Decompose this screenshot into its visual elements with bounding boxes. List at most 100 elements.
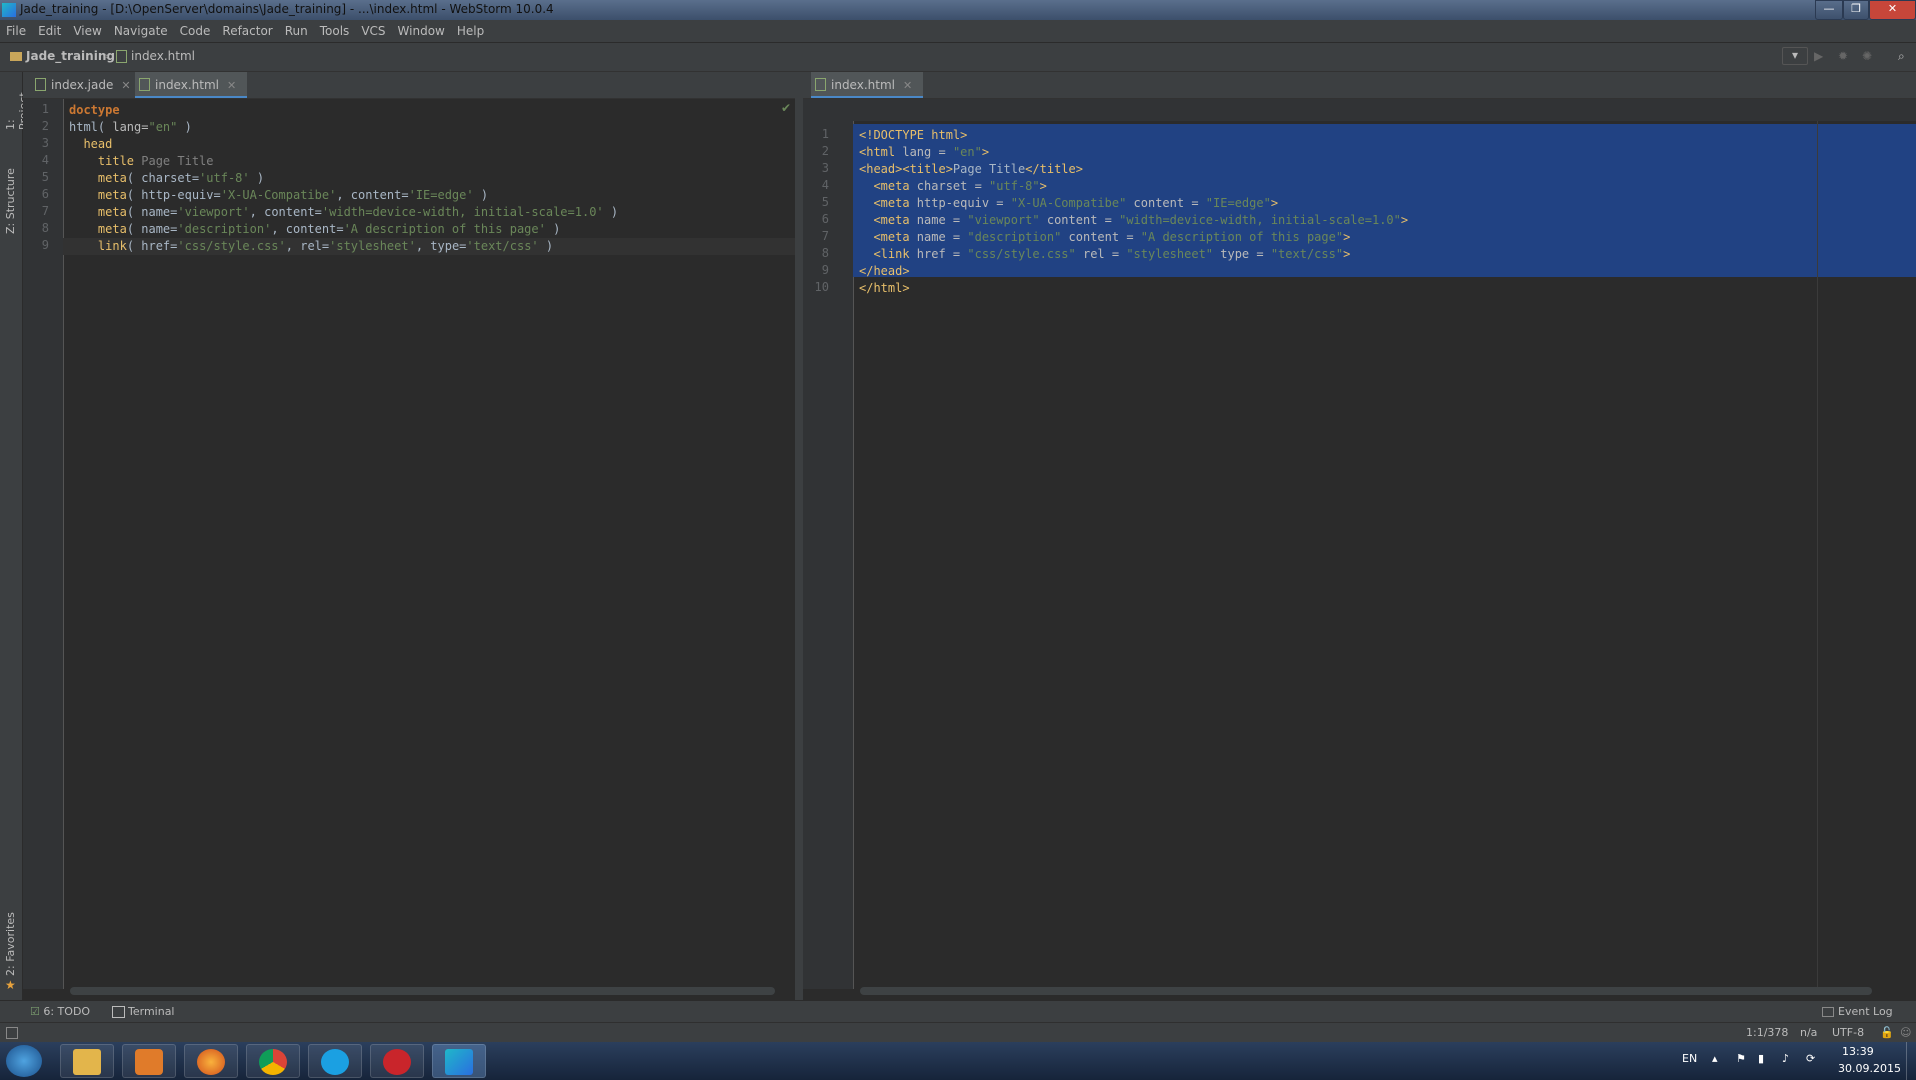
code-token: <!DOCTYPE html> — [859, 128, 968, 142]
show-desktop-button[interactable] — [1906, 1042, 1916, 1080]
favorites-tool-tab[interactable]: 2: Favorites — [4, 910, 17, 976]
start-button[interactable] — [6, 1045, 42, 1077]
line-separator-status[interactable]: n/a — [1800, 1026, 1817, 1039]
taskbar-skype[interactable] — [308, 1044, 362, 1078]
left-editor[interactable]: ✔ 1 2 3 4 5 6 7 8 9 doctype html( lang="en" ) head… — [23, 99, 795, 989]
line-number: 2 — [821, 144, 829, 158]
action-center-flag-icon[interactable]: ⚑ — [1736, 1052, 1746, 1065]
close-tab-icon[interactable]: ✕ — [903, 79, 912, 92]
code-token: ( name= — [126, 222, 178, 236]
breadcrumb-project[interactable]: Jade_training — [10, 49, 115, 63]
taskbar-firefox[interactable] — [184, 1044, 238, 1078]
close-tab-icon[interactable]: ✕ — [227, 79, 236, 92]
right-editor[interactable]: 1 2 3 4 5 6 7 8 9 10 <!DOCTYPE html> <html lang = "… — [803, 99, 1916, 989]
line-number: 6 — [41, 187, 49, 201]
code-line: meta( http-equiv='X-UA-Compatibe', conte… — [69, 187, 488, 204]
lock-icon[interactable]: 🔓 — [1880, 1026, 1894, 1039]
taskbar-chrome[interactable] — [246, 1044, 300, 1078]
code-token: ) — [538, 239, 554, 253]
close-tab-icon[interactable]: ✕ — [121, 79, 130, 92]
menu-item-help[interactable]: Help — [451, 20, 490, 42]
close-window-button[interactable]: ✕ — [1869, 0, 1916, 20]
tool-windows-toggle-icon[interactable] — [6, 1027, 18, 1039]
tray-expand-icon[interactable]: ▴ — [1712, 1052, 1718, 1065]
code-line: head — [69, 136, 112, 153]
menu-item-code[interactable]: Code — [174, 20, 217, 42]
code-line: doctype — [69, 102, 120, 119]
horizontal-scrollbar-left[interactable] — [70, 987, 775, 995]
menu-item-tools[interactable]: Tools — [314, 20, 356, 42]
code-line: <!DOCTYPE html> — [859, 127, 967, 144]
language-indicator[interactable]: EN — [1682, 1052, 1697, 1065]
terminal-icon — [112, 1006, 125, 1018]
code-token: content = — [1061, 230, 1141, 244]
structure-tool-tab[interactable]: Z: Structure — [4, 164, 17, 234]
code-token: "width=device-width, initial-scale=1.0" — [1119, 213, 1401, 227]
code-token: ( name= — [126, 205, 178, 219]
menu-item-window[interactable]: Window — [392, 20, 451, 42]
run-config-dropdown[interactable]: ▾ — [1782, 47, 1808, 65]
clock-date[interactable]: 30.09.2015 — [1838, 1062, 1901, 1075]
bottom-tool-bar: ☑ 6: TODO Terminal Event Log — [0, 1000, 1916, 1023]
event-log-button[interactable]: Event Log — [1822, 1005, 1893, 1018]
maximize-button[interactable]: ❐ — [1843, 0, 1869, 20]
code-token: <meta — [859, 213, 917, 227]
search-everywhere-icon[interactable]: ⌕ — [1898, 49, 1905, 64]
volume-icon[interactable]: ♪ — [1782, 1052, 1789, 1065]
code-token: <head><title> — [859, 162, 953, 176]
editor-splitter[interactable] — [795, 72, 803, 1000]
code-token: lang= — [112, 120, 149, 134]
taskbar-media-player[interactable] — [122, 1044, 176, 1078]
code-token: > — [1270, 196, 1279, 210]
code-line: <link href = "css/style.css" rel = "styl… — [859, 246, 1350, 263]
run-icon[interactable]: ▶ — [1814, 49, 1823, 63]
clock-time[interactable]: 13:39 — [1842, 1045, 1874, 1058]
sync-icon[interactable]: ⟳ — [1806, 1052, 1815, 1065]
horizontal-scrollbar-right[interactable] — [860, 987, 1872, 995]
inspector-icon[interactable]: ☺ — [1900, 1026, 1911, 1039]
code-token: , content= — [271, 222, 344, 236]
code-token: , type= — [415, 239, 467, 253]
code-token: ) — [473, 188, 489, 202]
code-line: </head> — [859, 263, 910, 280]
breadcrumb-file[interactable]: index.html — [116, 49, 195, 63]
menu-item-view[interactable]: View — [67, 20, 107, 42]
status-bar: 1:1/378 n/a UTF-8 🔓 ☺ — [0, 1022, 1916, 1043]
menu-item-navigate[interactable]: Navigate — [108, 20, 174, 42]
line-number: 6 — [821, 212, 829, 226]
terminal-tool-button[interactable]: Terminal — [112, 1005, 175, 1018]
line-number: 3 — [821, 161, 829, 175]
code-token: 'description' — [177, 222, 272, 236]
taskbar-app-red[interactable] — [370, 1044, 424, 1078]
code-token: "en" — [148, 120, 178, 134]
red-star-icon — [383, 1049, 411, 1075]
tab-index-jade[interactable]: index.jade ✕ — [31, 72, 141, 98]
star-icon: ★ — [5, 978, 16, 992]
coverage-icon[interactable]: ✺ — [1862, 49, 1872, 63]
code-token: 'css/style.css' — [177, 239, 286, 253]
minimize-button[interactable]: — — [1815, 0, 1843, 20]
inspection-ok-icon: ✔ — [781, 101, 792, 115]
line-number: 5 — [41, 170, 49, 184]
taskbar-webstorm[interactable] — [432, 1044, 486, 1078]
code-line: <meta name = "viewport" content = "width… — [859, 212, 1408, 229]
html-file-icon — [815, 78, 826, 91]
line-number: 8 — [41, 221, 49, 235]
tab-index-html-right[interactable]: index.html ✕ — [811, 72, 923, 98]
caret-position[interactable]: 1:1/378 — [1746, 1026, 1788, 1039]
todo-tool-button[interactable]: ☑ 6: TODO — [30, 1005, 90, 1018]
breadcrumb-separator-icon: › — [104, 49, 109, 63]
debug-icon[interactable]: ✹ — [1838, 49, 1848, 63]
network-signal-icon[interactable]: ▮ — [1758, 1052, 1764, 1065]
file-encoding[interactable]: UTF-8 — [1832, 1026, 1864, 1039]
left-tool-strip: 1: Project Z: Structure 2: Favorites ★ — [0, 72, 30, 1000]
menu-item-refactor[interactable]: Refactor — [216, 20, 278, 42]
menu-item-run[interactable]: Run — [279, 20, 314, 42]
tab-index-html-left[interactable]: index.html ✕ — [135, 72, 247, 98]
code-token: </title> — [1025, 162, 1083, 176]
menu-item-file[interactable]: File — [0, 20, 32, 42]
taskbar-explorer[interactable] — [60, 1044, 114, 1078]
menu-item-edit[interactable]: Edit — [32, 20, 67, 42]
menu-item-vcs[interactable]: VCS — [355, 20, 391, 42]
